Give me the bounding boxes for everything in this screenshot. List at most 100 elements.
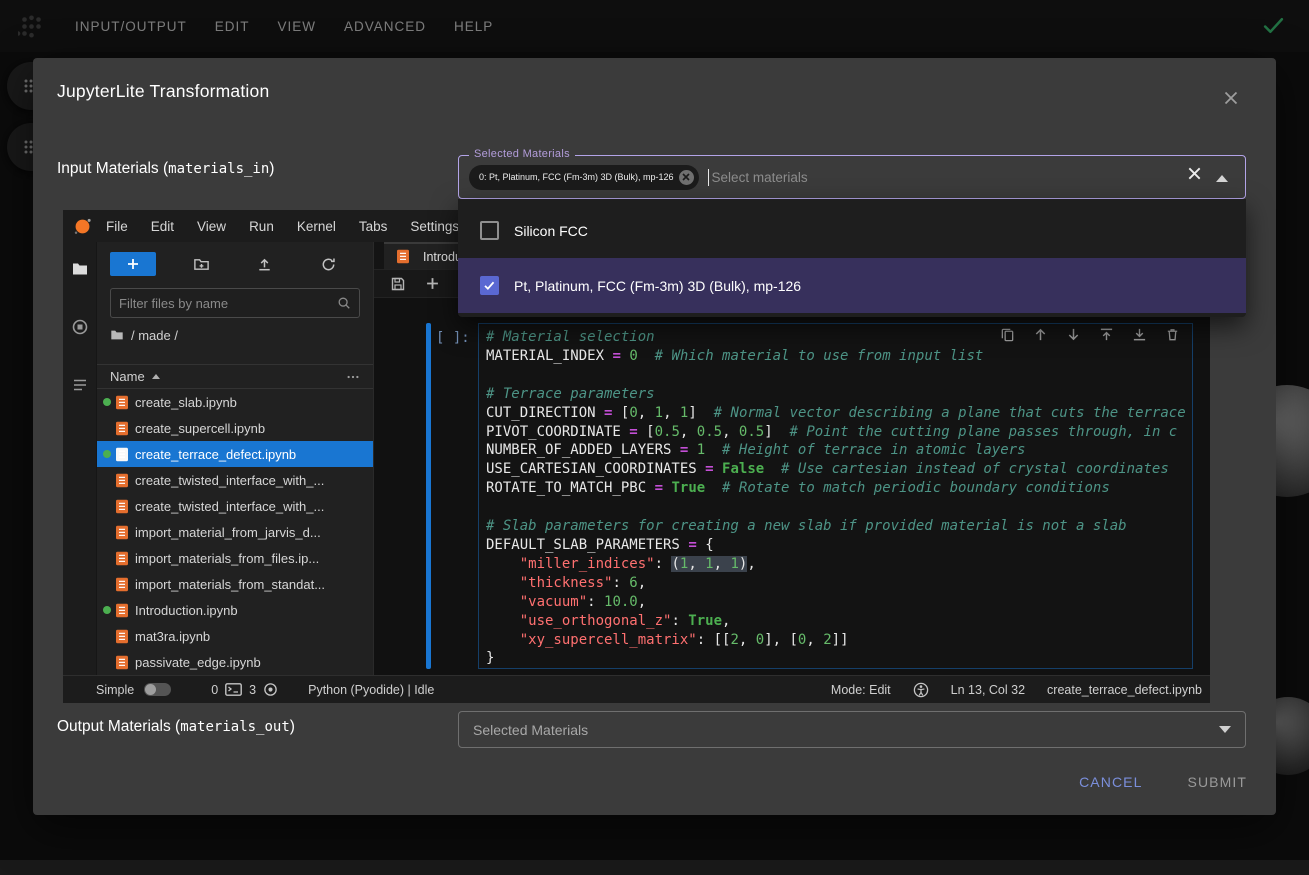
breadcrumb[interactable]: / made / bbox=[97, 318, 373, 352]
status-bar: Simple 0 3 Python (Pyodide) | Idle bbox=[63, 675, 1210, 703]
submit-button[interactable]: SUBMIT bbox=[1188, 774, 1248, 790]
input-label-suffix: ) bbox=[269, 160, 274, 178]
jupyter-activity-bar bbox=[63, 242, 96, 675]
code-line: PIVOT_COORDINATE = [0.5, 0.5, 0.5] # Poi… bbox=[486, 423, 1192, 442]
code-line: USE_CARTESIAN_COORDINATES = False # Use … bbox=[486, 460, 1192, 479]
new-launcher-button[interactable] bbox=[110, 252, 156, 276]
jupyter-menu-item[interactable]: Edit bbox=[151, 219, 174, 234]
code-line: CUT_DIRECTION = [0, 1, 1] # Normal vecto… bbox=[486, 404, 1192, 423]
delete-icon[interactable] bbox=[1165, 327, 1180, 342]
cursor-position[interactable]: Ln 13, Col 32 bbox=[951, 683, 1025, 697]
notebook-file-icon bbox=[115, 421, 129, 436]
file-row[interactable]: create_twisted_interface_with_... bbox=[97, 493, 373, 519]
file-filter[interactable] bbox=[110, 288, 360, 318]
refresh-icon[interactable] bbox=[320, 256, 337, 273]
copy-icon[interactable] bbox=[1000, 327, 1015, 342]
code-editor-lines: # Material selectionMATERIAL_INDEX = 0 #… bbox=[486, 328, 1192, 668]
modified-dot bbox=[103, 606, 111, 614]
code-line: NUMBER_OF_ADDED_LAYERS = 1 # Height of t… bbox=[486, 441, 1192, 460]
kernel-session-counts[interactable]: 0 3 bbox=[211, 682, 278, 697]
file-row[interactable]: create_supercell.ipynb bbox=[97, 415, 373, 441]
code-line bbox=[486, 498, 1192, 517]
close-icon[interactable] bbox=[1218, 85, 1244, 111]
dialog-title: JupyterLite Transformation bbox=[57, 81, 269, 102]
accessibility-icon[interactable] bbox=[913, 682, 929, 698]
editor-mode[interactable]: Mode: Edit bbox=[831, 683, 891, 697]
running-sessions-icon[interactable] bbox=[71, 318, 89, 336]
collapse-arrow-icon[interactable] bbox=[1216, 175, 1228, 182]
more-options-icon[interactable] bbox=[346, 370, 360, 384]
output-select-value: Selected Materials bbox=[473, 722, 588, 738]
jupyter-menu-item[interactable]: Kernel bbox=[297, 219, 336, 234]
modified-dot bbox=[103, 476, 111, 484]
file-row[interactable]: create_twisted_interface_with_... bbox=[97, 467, 373, 493]
move-up-icon[interactable] bbox=[1033, 327, 1048, 342]
clear-selection-icon[interactable] bbox=[1186, 165, 1203, 187]
file-row[interactable]: mat3ra.ipynb bbox=[97, 623, 373, 649]
jupyter-menu-item[interactable]: Run bbox=[249, 219, 274, 234]
code-line: "thickness": 6, bbox=[486, 574, 1192, 593]
file-row[interactable]: passivate_edge.ipynb bbox=[97, 649, 373, 675]
tab-label: Introdu bbox=[423, 250, 462, 264]
insert-above-icon[interactable] bbox=[1099, 327, 1114, 342]
jupyterlite-transformation-dialog: JupyterLite Transformation Input Materia… bbox=[33, 58, 1276, 815]
material-chip[interactable]: 0: Pt, Platinum, FCC (Fm-3m) 3D (Bulk), … bbox=[469, 165, 699, 190]
cancel-button[interactable]: CANCEL bbox=[1079, 774, 1142, 790]
file-row[interactable]: import_material_from_jarvis_d... bbox=[97, 519, 373, 545]
file-name: import_material_from_jarvis_d... bbox=[135, 525, 321, 540]
notebook-file-icon bbox=[115, 395, 129, 410]
material-option[interactable]: Pt, Platinum, FCC (Fm-3m) 3D (Bulk), mp-… bbox=[458, 258, 1246, 313]
option-label: Silicon FCC bbox=[514, 223, 588, 239]
input-materials-label: Input Materials (materials_in) bbox=[57, 160, 274, 178]
modified-dot bbox=[103, 658, 111, 666]
active-cell-collapser[interactable] bbox=[426, 323, 431, 669]
jupyter-menu-item[interactable]: View bbox=[197, 219, 226, 234]
modified-dot bbox=[103, 632, 111, 640]
folder-icon bbox=[110, 328, 124, 342]
file-row[interactable]: create_slab.ipynb bbox=[97, 389, 373, 415]
kernel-icon bbox=[263, 682, 278, 697]
breadcrumb-path[interactable]: / made / bbox=[131, 328, 178, 343]
cell-prompt: [ ]: bbox=[436, 330, 470, 346]
checkbox-unchecked-icon[interactable] bbox=[480, 221, 499, 240]
file-row[interactable]: import_materials_from_files.ip... bbox=[97, 545, 373, 571]
file-browser-toolbar bbox=[97, 242, 373, 286]
upload-icon[interactable] bbox=[256, 256, 273, 273]
chip-delete-icon[interactable] bbox=[679, 170, 694, 185]
checkbox-checked-icon[interactable] bbox=[480, 276, 499, 295]
jupyter-menu-item[interactable]: File bbox=[106, 219, 128, 234]
notebook-file-icon bbox=[396, 249, 410, 264]
jupyter-menu-item[interactable]: Settings bbox=[410, 219, 459, 234]
file-name: create_twisted_interface_with_... bbox=[135, 473, 324, 488]
insert-below-icon[interactable] bbox=[1132, 327, 1147, 342]
output-label-code: materials_out bbox=[180, 719, 290, 735]
table-of-contents-icon[interactable] bbox=[71, 376, 89, 394]
file-list-header[interactable]: Name bbox=[97, 364, 373, 389]
app-root: INPUT/OUTPUTEDITVIEWADVANCEDHELP Jupyter… bbox=[0, 0, 1309, 875]
notebook-file-icon bbox=[115, 525, 129, 540]
file-name: create_slab.ipynb bbox=[135, 395, 237, 410]
code-cell-editor[interactable]: # Material selectionMATERIAL_INDEX = 0 #… bbox=[478, 323, 1193, 669]
save-icon[interactable] bbox=[390, 276, 406, 292]
code-line: "use_orthogonal_z": True, bbox=[486, 612, 1192, 631]
material-option[interactable]: Silicon FCC bbox=[458, 203, 1246, 258]
add-cell-icon[interactable] bbox=[426, 277, 439, 290]
kernel-status[interactable]: Python (Pyodide) | Idle bbox=[308, 683, 434, 697]
selected-materials-select[interactable]: Selected Materials 0: Pt, Platinum, FCC … bbox=[458, 155, 1246, 199]
jupyter-menu-item[interactable]: Tabs bbox=[359, 219, 388, 234]
move-down-icon[interactable] bbox=[1066, 327, 1081, 342]
code-line: "xy_supercell_matrix": [[2, 0], [0, 2]] bbox=[486, 631, 1192, 650]
new-folder-icon[interactable] bbox=[193, 256, 210, 273]
notebook-file-icon bbox=[115, 603, 129, 618]
output-label-prefix: Output Materials ( bbox=[57, 718, 180, 736]
search-icon bbox=[337, 296, 351, 310]
file-row[interactable]: create_terrace_defect.ipynb bbox=[97, 441, 373, 467]
file-row[interactable]: Introduction.ipynb bbox=[97, 597, 373, 623]
output-materials-select[interactable]: Selected Materials bbox=[458, 711, 1246, 748]
select-placeholder: Select materials bbox=[712, 170, 808, 185]
name-column-header[interactable]: Name bbox=[110, 369, 145, 384]
simple-mode-toggle[interactable] bbox=[144, 683, 171, 696]
file-filter-input[interactable] bbox=[119, 296, 337, 311]
file-browser-icon[interactable] bbox=[71, 260, 89, 278]
file-row[interactable]: import_materials_from_standat... bbox=[97, 571, 373, 597]
